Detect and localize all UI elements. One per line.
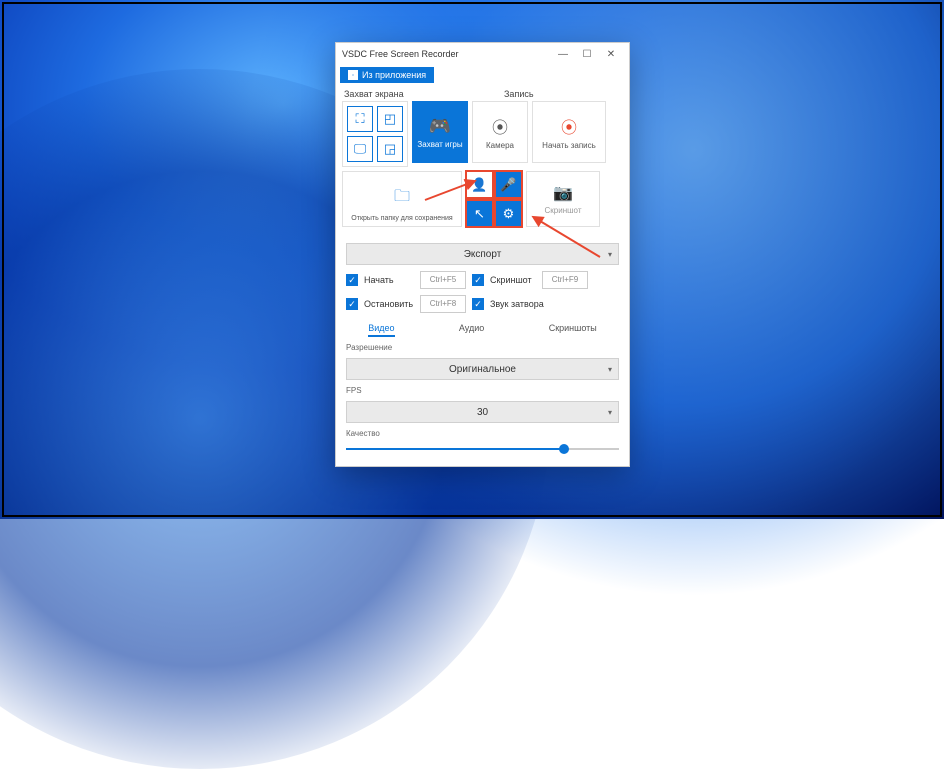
app-grid-icon [348,70,358,80]
start-checkbox[interactable]: ✓ [346,274,358,286]
options-quad: 👤 🎤 ↖ ⚙ [466,171,522,227]
stop-label: Остановить [364,299,414,309]
capture-game-label: Захват игры [417,140,462,149]
section-record-label: Запись [504,89,534,99]
capture-mode-group: ⛶ ◰ 🖵 ◲ [342,101,408,167]
app-window: VSDC Free Screen Recorder — ☐ ✕ Из прило… [335,42,630,467]
cursor-highlight-button[interactable]: ↖ [466,200,493,227]
shutter-label: Звук затвора [490,299,544,309]
capture-region-button[interactable]: ◰ [377,106,403,132]
close-button[interactable]: ✕ [599,49,623,60]
folder-icon: 🗀 [394,185,410,212]
export-dropdown[interactable]: Экспорт [346,243,619,265]
minimize-button[interactable]: — [551,49,575,60]
quality-slider[interactable] [346,442,619,456]
gamepad-icon: 🎮 [429,116,451,137]
resolution-label: Разрешение [346,343,619,352]
camera-tile[interactable]: ⦿ Камера [472,101,528,163]
quality-label: Качество [346,429,619,438]
section-capture-label: Захват экрана [344,89,504,99]
overlay-mic-button[interactable]: 🎤 [495,171,522,198]
capture-window-button[interactable]: 🖵 [347,136,373,162]
tab-screenshots[interactable]: Скриншоты [549,323,597,337]
fps-value: 30 [477,407,488,418]
export-label: Экспорт [464,249,502,260]
stop-checkbox[interactable]: ✓ [346,298,358,310]
ribbon-tab-app[interactable]: Из приложения [340,67,434,83]
open-folder-tile[interactable]: 🗀 Открыть папку для сохранения [342,171,462,227]
stop-hotkey-input[interactable]: Ctrl+F8 [420,295,466,313]
titlebar: VSDC Free Screen Recorder — ☐ ✕ [336,43,629,65]
camera-label: Камера [486,141,514,150]
start-label: Начать [364,275,414,285]
start-record-label: Начать запись [542,141,596,150]
open-folder-label: Открыть папку для сохранения [351,215,452,222]
tab-audio[interactable]: Аудио [459,323,484,337]
person-icon: 👤 [471,177,487,193]
tab-video[interactable]: Видео [368,323,394,337]
screenshot-label: Скриншот [545,206,582,215]
webcam-icon: ⦿ [492,114,508,138]
cursor-icon: ↖ [474,206,485,222]
screenshot-checkbox[interactable]: ✓ [472,274,484,286]
resolution-value: Оригинальное [449,364,516,375]
capture-fullscreen-button[interactable]: ⛶ [347,106,373,132]
gear-icon: ⚙ [503,206,515,222]
mic-icon: 🎤 [500,177,516,193]
screenshot-chk-label: Скриншот [490,275,536,285]
maximize-button[interactable]: ☐ [575,49,599,60]
camera-icon: 📷 [553,183,573,203]
settings-button[interactable]: ⚙ [495,200,522,227]
window-title: VSDC Free Screen Recorder [342,49,551,59]
resolution-dropdown[interactable]: Оригинальное [346,358,619,380]
start-record-tile[interactable]: ⦿ Начать запись [532,101,606,163]
settings-tabs: Видео Аудио Скриншоты [346,323,619,337]
ribbon-tab-label: Из приложения [362,70,426,80]
screenshot-tile[interactable]: 📷 Скриншот [526,171,600,227]
record-icon: ⦿ [561,114,577,138]
screenshot-hotkey-input[interactable]: Ctrl+F9 [542,271,588,289]
fps-label: FPS [346,386,619,395]
shutter-checkbox[interactable]: ✓ [472,298,484,310]
overlay-webcam-button[interactable]: 👤 [466,171,493,198]
fps-dropdown[interactable]: 30 [346,401,619,423]
start-hotkey-input[interactable]: Ctrl+F5 [420,271,466,289]
capture-area-button[interactable]: ◲ [377,136,403,162]
capture-game-tile[interactable]: 🎮 Захват игры [412,101,468,163]
